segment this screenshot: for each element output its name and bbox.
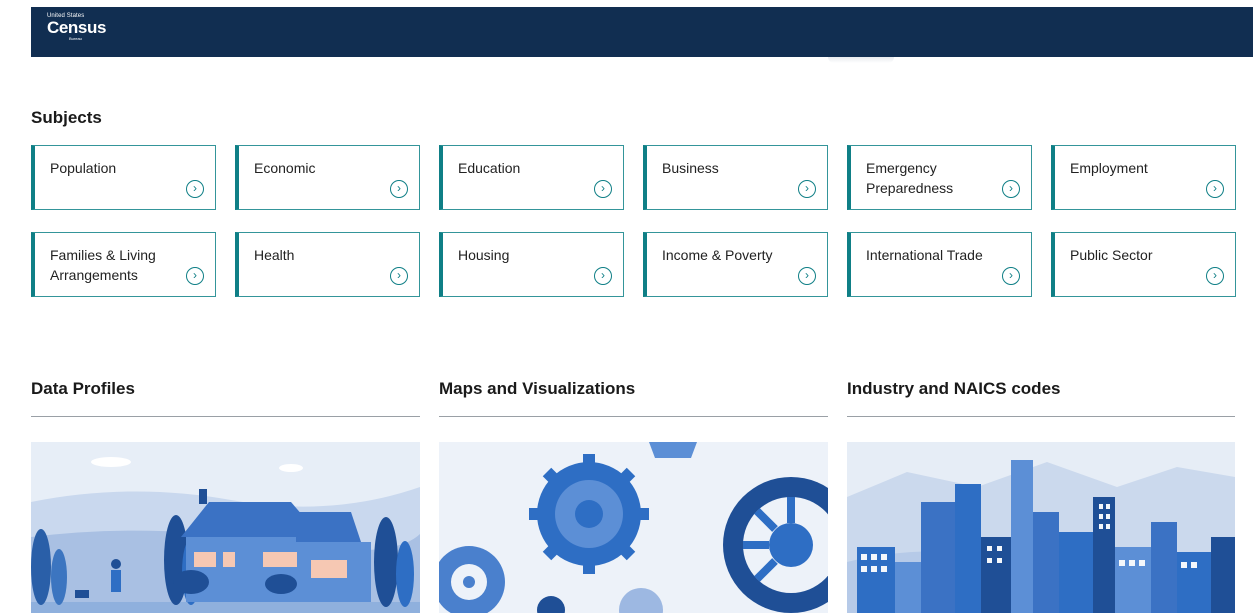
divider <box>847 416 1235 417</box>
feature-title-maps-visualizations[interactable]: Maps and Visualizations <box>439 379 635 399</box>
census-logo[interactable]: United States Census Bureau <box>47 12 106 42</box>
subject-label: Health <box>254 247 295 263</box>
subject-card-population[interactable]: Population › <box>31 145 216 210</box>
header-dropdown-tab <box>828 57 894 63</box>
chevron-right-circle-icon: › <box>594 267 612 285</box>
chevron-right-circle-icon: › <box>1206 267 1224 285</box>
feature-title-industry-naics[interactable]: Industry and NAICS codes <box>847 379 1060 399</box>
city-skyline-illustration[interactable] <box>847 442 1235 613</box>
subject-card-housing[interactable]: Housing › <box>439 232 624 297</box>
subject-label: Economic <box>254 160 316 176</box>
chevron-right-circle-icon: › <box>594 180 612 198</box>
chevron-right-circle-icon: › <box>390 267 408 285</box>
subject-card-economic[interactable]: Economic › <box>235 145 420 210</box>
subject-label: Emergency Preparedness <box>866 160 954 196</box>
logo-sub-text: Bureau <box>69 36 82 41</box>
subject-card-education[interactable]: Education › <box>439 145 624 210</box>
subject-label: International Trade <box>866 247 983 263</box>
chevron-right-circle-icon: › <box>186 180 204 198</box>
feature-title-data-profiles[interactable]: Data Profiles <box>31 379 135 399</box>
chevron-right-circle-icon: › <box>1002 180 1020 198</box>
logo-main-text: Census <box>47 18 107 37</box>
subject-label: Housing <box>458 247 510 263</box>
subject-card-international-trade[interactable]: International Trade › <box>847 232 1032 297</box>
chevron-right-circle-icon: › <box>390 180 408 198</box>
subject-label: Employment <box>1070 160 1148 176</box>
subject-label: Income & Poverty <box>662 247 773 263</box>
divider <box>31 416 420 417</box>
divider <box>439 416 828 417</box>
subject-card-families-living-arrangements[interactable]: Families & Living Arrangements › <box>31 232 216 297</box>
subject-card-business[interactable]: Business › <box>643 145 828 210</box>
subject-label: Families & Living Arrangements <box>50 247 156 283</box>
chevron-right-circle-icon: › <box>798 267 816 285</box>
header-bar <box>31 7 1253 57</box>
subjects-title: Subjects <box>31 108 102 127</box>
house-illustration[interactable] <box>31 442 420 613</box>
subject-card-employment[interactable]: Employment › <box>1051 145 1236 210</box>
subject-label: Business <box>662 160 719 176</box>
chevron-right-circle-icon: › <box>1002 267 1020 285</box>
subject-label: Population <box>50 160 117 176</box>
subject-label: Education <box>458 160 521 176</box>
site-header: United States Census Bureau <box>0 0 1253 63</box>
gears-illustration[interactable] <box>439 442 828 613</box>
subject-card-emergency-preparedness[interactable]: Emergency Preparedness › <box>847 145 1032 210</box>
subject-card-income-poverty[interactable]: Income & Poverty › <box>643 232 828 297</box>
subject-card-health[interactable]: Health › <box>235 232 420 297</box>
subject-card-public-sector[interactable]: Public Sector › <box>1051 232 1236 297</box>
subject-label: Public Sector <box>1070 247 1153 263</box>
chevron-right-circle-icon: › <box>798 180 816 198</box>
chevron-right-circle-icon: › <box>186 267 204 285</box>
chevron-right-circle-icon: › <box>1206 180 1224 198</box>
